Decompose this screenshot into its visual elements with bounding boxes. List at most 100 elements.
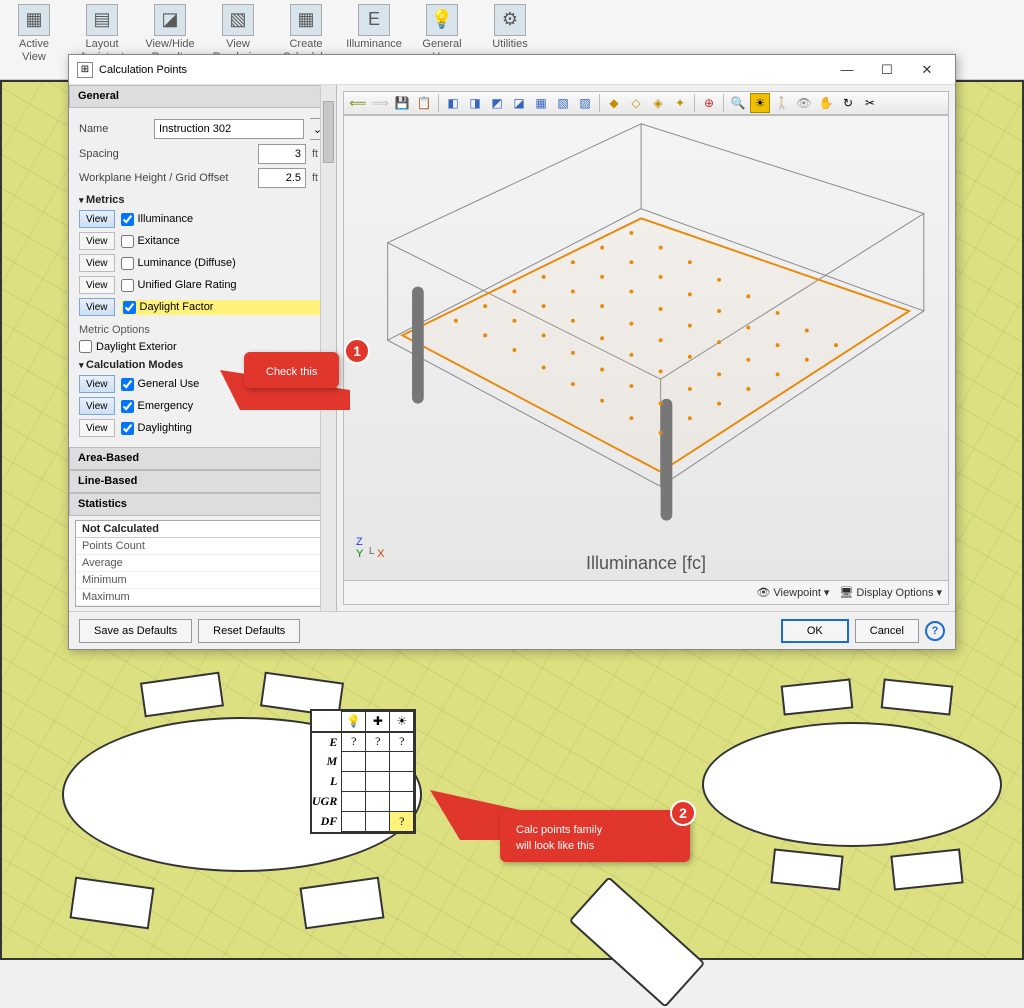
view3d-label: Illuminance [fc] — [586, 553, 706, 574]
section-line-based[interactable]: Line-Based⌄ — [69, 470, 336, 493]
cube-icon[interactable]: ◨ — [465, 93, 485, 113]
view-button[interactable]: View — [79, 419, 115, 437]
metric-ugr-checkbox[interactable] — [121, 279, 134, 292]
daylight-exterior-checkbox[interactable] — [79, 340, 92, 353]
floorplan-chair — [890, 848, 963, 890]
display-options-dropdown[interactable]: 🖥Display Options▾ — [839, 586, 942, 599]
metric-daylight-factor-checkbox[interactable] — [123, 301, 136, 314]
nav-back-icon[interactable]: ⟸ — [348, 93, 368, 113]
copy-icon[interactable]: 📋 — [414, 93, 434, 113]
dialog-icon: ⊞ — [77, 62, 93, 78]
callout-2: Calc points family will look like this — [500, 810, 690, 862]
stats-row: Average — [76, 555, 329, 572]
stats-list: Not Calculated Points Count Average Mini… — [75, 520, 330, 607]
sun-icon[interactable]: ☀ — [750, 93, 770, 113]
section-area-based[interactable]: Area-Based⌄ — [69, 447, 336, 470]
stats-row: Maximum — [76, 589, 329, 606]
calcmode-general-label: General Use — [138, 378, 200, 390]
spacing-input[interactable] — [258, 144, 306, 164]
view-button[interactable]: View — [79, 232, 115, 250]
walk-icon[interactable]: 🚶 — [772, 93, 792, 113]
cube-icon[interactable]: ▦ — [531, 93, 551, 113]
rotate-icon[interactable]: ◈ — [648, 93, 668, 113]
minimize-button[interactable]: — — [827, 56, 867, 84]
help-icon[interactable]: ? — [925, 621, 945, 641]
preview-panel: ⟸ ⟹ 💾 📋 ◧ ◨ ◩ ◪ ▦ ▧ ▨ ◆ ◇ ◈ ✦ ⊕ 🔍 — [337, 85, 955, 611]
metric-illuminance-label: Illuminance — [138, 213, 194, 225]
view3d-toolbar: ⟸ ⟹ 💾 📋 ◧ ◨ ◩ ◪ ▦ ▧ ▨ ◆ ◇ ◈ ✦ ⊕ 🔍 — [343, 91, 949, 115]
panel-scrollbar[interactable] — [320, 85, 336, 611]
metric-options-label: Metric Options — [79, 324, 326, 336]
view-button[interactable]: View — [79, 254, 115, 272]
wph-input[interactable] — [258, 168, 306, 188]
rotate-icon[interactable]: ✦ — [670, 93, 690, 113]
calcmode-emergency-checkbox[interactable] — [121, 400, 134, 413]
calcmode-general-checkbox[interactable] — [121, 378, 134, 391]
view3d-statusbar: 👁Viewpoint▾ 🖥Display Options▾ — [343, 581, 949, 605]
save-defaults-button[interactable]: Save as Defaults — [79, 619, 192, 643]
metrics-header[interactable]: Metrics — [79, 194, 326, 206]
callout-2-text-2: will look like this — [516, 840, 594, 852]
metric-exitance-checkbox[interactable] — [121, 235, 134, 248]
dialog-titlebar[interactable]: ⊞ Calculation Points — ☐ ✕ — [69, 55, 955, 85]
calc-points-family-table: 💡✚☀ E??? M L UGR DF? — [310, 709, 416, 834]
refresh-icon[interactable]: ↻ — [838, 93, 858, 113]
view-button[interactable]: View — [79, 276, 115, 294]
view-button[interactable]: View — [79, 298, 115, 316]
metric-illuminance-checkbox[interactable] — [121, 213, 134, 226]
metric-luminance-checkbox[interactable] — [121, 257, 134, 270]
zoom-icon[interactable]: 🔍 — [728, 93, 748, 113]
sun-icon: ☀ — [390, 712, 414, 732]
section-statistics[interactable]: Statistics⌃ — [69, 493, 336, 516]
view-button[interactable]: View — [79, 210, 115, 228]
cancel-button[interactable]: Cancel — [855, 619, 919, 643]
calcmode-emergency-label: Emergency — [138, 400, 194, 412]
eye-icon[interactable]: 👁 — [794, 93, 814, 113]
dialog-title: Calculation Points — [99, 64, 187, 76]
floorplan-chair — [770, 848, 843, 890]
pan-icon[interactable]: ✋ — [816, 93, 836, 113]
cube-icon[interactable]: ◩ — [487, 93, 507, 113]
ribbon-active-view[interactable]: ▦Active View — [0, 2, 68, 79]
floorplan-chair — [881, 678, 954, 715]
calculation-points-dialog: ⊞ Calculation Points — ☐ ✕ General⌃ Name… — [68, 54, 956, 650]
calcmode-daylighting-label: Daylighting — [138, 422, 192, 434]
name-label: Name — [79, 123, 148, 135]
rotate-icon[interactable]: ◇ — [626, 93, 646, 113]
cube-icon[interactable]: ▧ — [553, 93, 573, 113]
callout-badge-1: 1 — [344, 338, 370, 364]
callout-1-text: Check this — [266, 366, 317, 378]
metric-exitance-label: Exitance — [138, 235, 180, 247]
stats-row: Minimum — [76, 572, 329, 589]
nav-fwd-icon[interactable]: ⟹ — [370, 93, 390, 113]
metric-luminance-label: Luminance (Diffuse) — [138, 257, 236, 269]
cube-icon[interactable]: ◧ — [443, 93, 463, 113]
cube-icon[interactable]: ◪ — [509, 93, 529, 113]
view3d-viewport[interactable]: Z Y └ X Illuminance [fc] — [343, 115, 949, 581]
save-icon[interactable]: 💾 — [392, 93, 412, 113]
reset-defaults-button[interactable]: Reset Defaults — [198, 619, 300, 643]
viewpoint-dropdown[interactable]: 👁Viewpoint▾ — [756, 586, 829, 599]
floorplan-chair — [69, 877, 154, 930]
cut-icon[interactable]: ✂ — [860, 93, 880, 113]
stats-header: Not Calculated — [76, 521, 329, 538]
floorplan-chair — [140, 672, 224, 718]
floorplan-chair — [299, 877, 384, 930]
floorplan-table-oval — [702, 722, 1002, 847]
cube-icon[interactable]: ▨ — [575, 93, 595, 113]
close-button[interactable]: ✕ — [907, 56, 947, 84]
ok-button[interactable]: OK — [781, 619, 849, 643]
view-button[interactable]: View — [79, 397, 115, 415]
rotate-icon[interactable]: ◆ — [604, 93, 624, 113]
section-general[interactable]: General⌃ — [69, 85, 336, 108]
floorplan-chair — [781, 678, 854, 715]
maximize-button[interactable]: ☐ — [867, 56, 907, 84]
callout-badge-2: 2 — [670, 800, 696, 826]
properties-panel: General⌃ Name ⌄ Spacing ft Workplane Hei… — [69, 85, 337, 611]
stats-row: Points Count — [76, 538, 329, 555]
dialog-footer: Save as Defaults Reset Defaults OK Cance… — [69, 611, 955, 649]
target-icon[interactable]: ⊕ — [699, 93, 719, 113]
name-input[interactable] — [154, 119, 304, 139]
view-button[interactable]: View — [79, 375, 115, 393]
calcmode-daylighting-checkbox[interactable] — [121, 422, 134, 435]
